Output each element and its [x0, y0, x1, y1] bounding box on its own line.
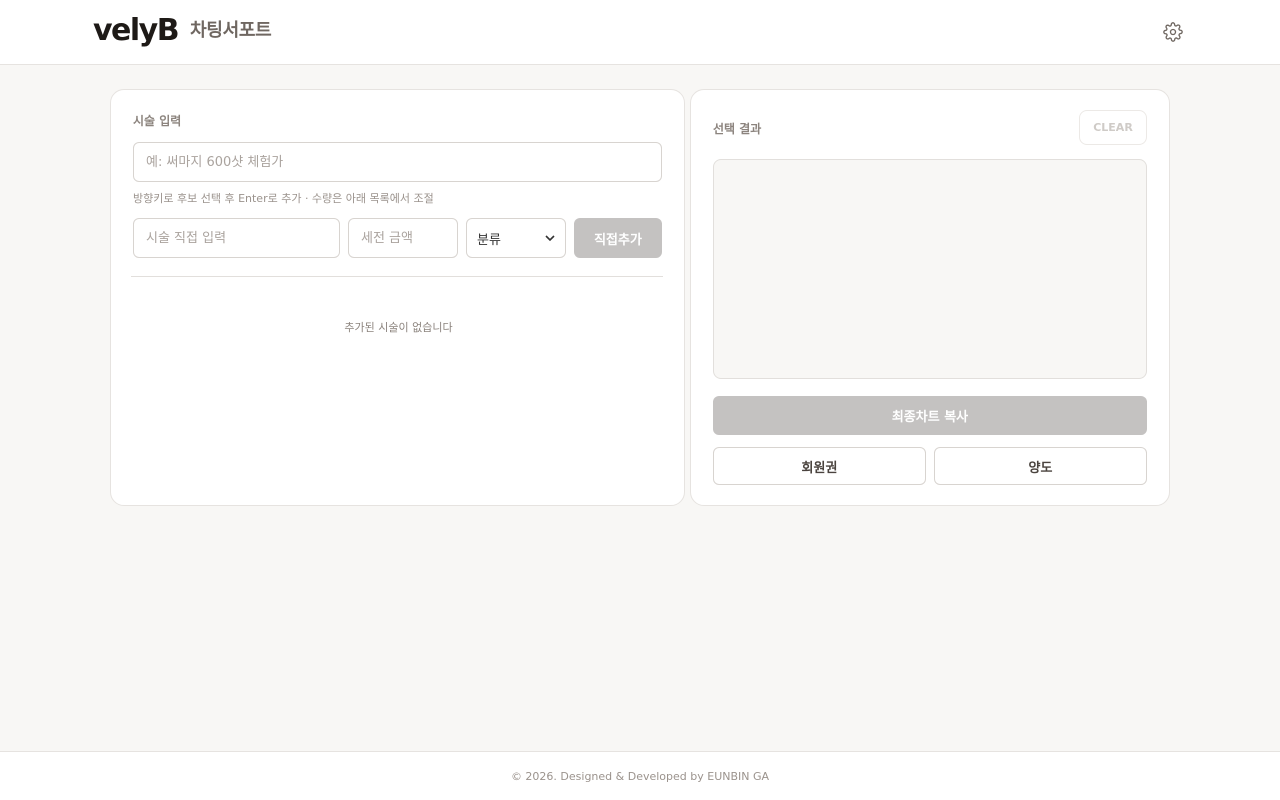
search-hint: 방향키로 후보 선택 후 Enter로 추가 · 수량은 아래 목록에서 조절 [133, 192, 434, 205]
input-panel-title: 시술 입력 [133, 114, 182, 128]
chevron-down-icon [545, 235, 555, 242]
logo-mark: velyB [93, 13, 180, 48]
custom-price-input[interactable] [348, 218, 458, 258]
procedure-search-input[interactable] [133, 142, 662, 182]
procedure-input-panel: 시술 입력 방향키로 후보 선택 후 Enter로 추가 · 수량은 아래 목록… [110, 89, 685, 506]
membership-button[interactable]: 회원권 [713, 447, 926, 485]
custom-procedure-input[interactable] [133, 218, 340, 258]
settings-button[interactable] [1162, 21, 1184, 43]
selection-result-panel: 선택 결과 CLEAR 최종차트 복사 회원권 양도 [690, 89, 1170, 506]
clear-button[interactable]: CLEAR [1079, 110, 1147, 145]
logo[interactable]: velyB 차팅서포트 [93, 13, 272, 49]
empty-list-message: 추가된 시술이 없습니다 [344, 321, 453, 334]
app-title: 차팅서포트 [190, 20, 272, 41]
result-panel-title: 선택 결과 [713, 122, 762, 136]
gear-icon [1163, 22, 1183, 42]
copyright-text: © 2026. Designed & Developed by EUNBIN G… [510, 769, 770, 783]
custom-add-button[interactable]: 직접추가 [574, 218, 662, 258]
app-header: velyB 차팅서포트 [0, 0, 1280, 65]
footer: © 2026. Designed & Developed by EUNBIN G… [0, 751, 1280, 800]
category-select[interactable]: 분류 [466, 218, 566, 258]
divider [131, 276, 663, 277]
transfer-button[interactable]: 양도 [934, 447, 1147, 485]
copy-final-chart-button[interactable]: 최종차트 복사 [713, 396, 1147, 435]
category-select-value: 분류 [477, 232, 501, 248]
result-output-area[interactable] [713, 159, 1147, 379]
